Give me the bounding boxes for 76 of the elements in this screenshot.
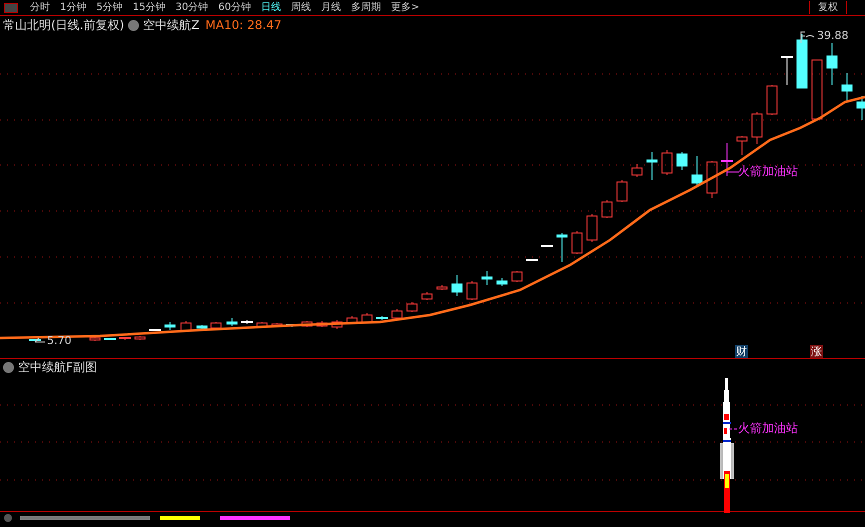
candlestick <box>721 142 733 176</box>
candlestick <box>692 156 702 186</box>
candlestick <box>676 152 688 170</box>
candlestick <box>180 320 192 332</box>
candlestick <box>781 56 793 86</box>
menu-icon[interactable] <box>4 2 18 12</box>
candlestick <box>436 284 448 290</box>
high-price-label: 39.88 <box>817 29 848 42</box>
candlestick <box>332 320 342 330</box>
candlestick <box>272 322 282 328</box>
candlestick <box>572 230 582 254</box>
candlestick <box>646 152 658 180</box>
candlestick <box>736 136 748 156</box>
candlestick <box>466 280 478 300</box>
period-tab[interactable]: 月线 <box>316 1 345 14</box>
candlestick <box>346 316 358 324</box>
signal-label: 火箭加油站 <box>738 164 798 178</box>
candlestick <box>842 72 852 102</box>
event-badge[interactable]: 涨 <box>810 345 823 358</box>
period-tab[interactable]: 1分钟 <box>56 1 90 14</box>
leader-line <box>729 426 739 432</box>
candlestick <box>452 274 462 296</box>
candlestick <box>796 34 808 88</box>
candlestick <box>422 292 432 300</box>
candlestick <box>119 336 131 340</box>
period-tab[interactable]: 多周期 <box>346 1 385 14</box>
period-tab[interactable]: 60分钟 <box>214 1 255 14</box>
candlestick <box>256 322 268 328</box>
indicator-name: 空中续航F副图 <box>18 359 97 376</box>
candlestick <box>812 60 822 120</box>
candlestick <box>149 329 161 331</box>
candlestick <box>766 84 778 116</box>
candlestick <box>210 322 222 328</box>
candlestick <box>406 302 418 312</box>
candlestick <box>29 339 41 341</box>
period-tab[interactable]: 分时 <box>26 1 54 14</box>
candlestick <box>541 245 553 247</box>
candlestick <box>104 338 116 340</box>
signal-label: 火箭加油站 <box>738 421 798 435</box>
period-tab[interactable]: 更多> <box>386 1 424 14</box>
low-price-label: 5.70 <box>47 334 72 347</box>
candlestick <box>241 320 253 324</box>
dropdown-icon[interactable] <box>128 20 140 30</box>
candlestick <box>196 324 208 330</box>
candlestick <box>316 320 328 328</box>
period-tab[interactable]: 30分钟 <box>171 1 212 14</box>
candlestick <box>556 232 568 262</box>
candlestick <box>586 214 598 242</box>
candlestick <box>632 164 642 178</box>
ma-value: MA10: 28.47 <box>205 18 282 32</box>
candlestick <box>302 320 312 328</box>
candlestick <box>662 150 672 176</box>
candlestick <box>602 200 612 218</box>
candlestick <box>376 316 388 320</box>
candlestick <box>90 336 100 342</box>
candlestick <box>362 312 372 324</box>
candlestick <box>526 259 538 261</box>
indicator-name: 空中续航Z <box>143 16 200 34</box>
period-tab[interactable]: 5分钟 <box>92 1 127 14</box>
candlestick <box>706 160 718 198</box>
dropdown-icon[interactable] <box>3 362 14 373</box>
adjust-button[interactable]: 复权 <box>809 1 847 14</box>
candlestick <box>826 42 838 86</box>
candlestick <box>752 112 762 144</box>
candlestick <box>512 270 522 282</box>
period-tab[interactable]: 日线 <box>256 1 285 14</box>
candlestick <box>226 318 238 326</box>
event-badge[interactable]: 财 <box>735 345 748 358</box>
candlestick <box>134 336 146 340</box>
period-tab[interactable]: 15分钟 <box>128 1 170 14</box>
candlestick <box>482 270 492 286</box>
candlestick <box>616 180 628 202</box>
candlestick <box>856 96 865 120</box>
candlestick <box>392 308 402 320</box>
period-tab[interactable]: 周线 <box>286 1 315 14</box>
stock-title: 常山北明(日线.前复权) <box>3 16 124 34</box>
